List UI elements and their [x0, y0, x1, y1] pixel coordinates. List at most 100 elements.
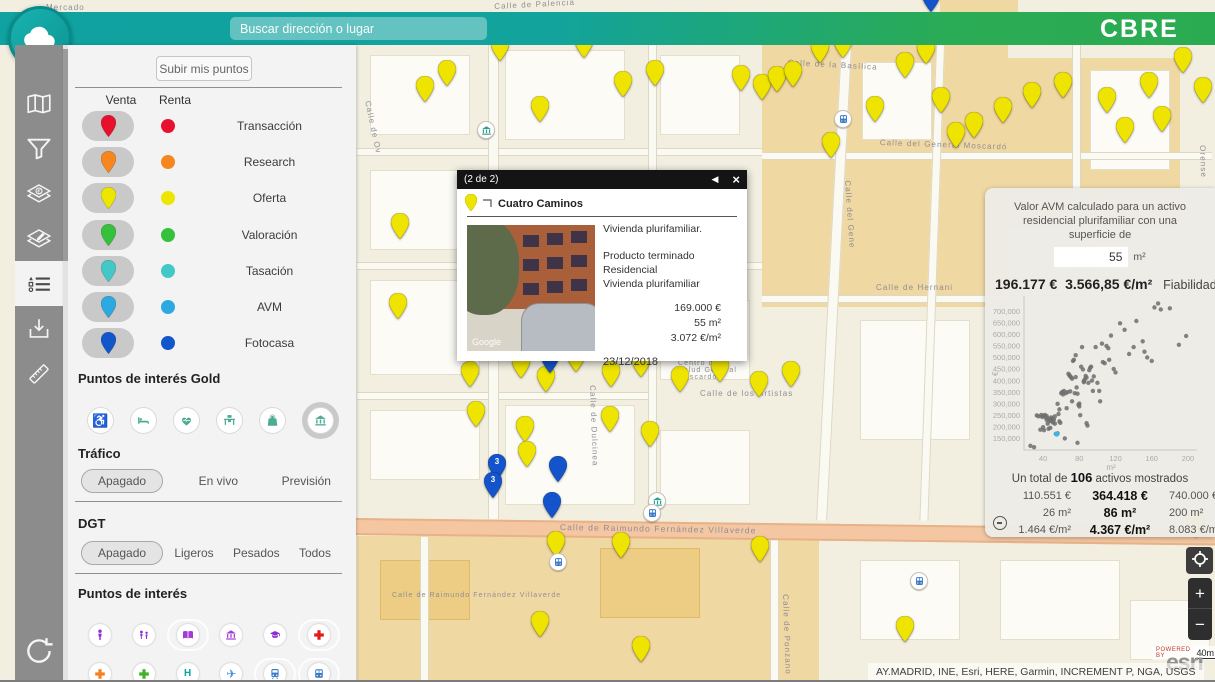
yellow-map-pin[interactable]: [932, 87, 950, 113]
map-bank-badge[interactable]: [477, 121, 495, 139]
map-train-badge[interactable]: [643, 504, 661, 522]
yellow-map-pin[interactable]: [866, 96, 884, 122]
map-train-badge[interactable]: [834, 110, 852, 128]
yellow-map-pin[interactable]: [646, 60, 664, 86]
yellow-map-pin[interactable]: [822, 132, 840, 158]
blue-map-pin[interactable]: 3: [484, 472, 502, 498]
yellow-map-pin[interactable]: [531, 96, 549, 122]
yellow-map-pin[interactable]: [896, 616, 914, 642]
renta-toggle[interactable]: [161, 336, 175, 350]
locate-button[interactable]: [1186, 547, 1213, 574]
sidebar-item-basemap[interactable]: [15, 81, 63, 126]
avm-collapse-button[interactable]: [993, 516, 1007, 530]
yellow-map-pin[interactable]: [784, 61, 802, 87]
yellow-map-pin[interactable]: [531, 611, 549, 637]
education-icon[interactable]: [264, 624, 286, 646]
blue-map-pin[interactable]: [549, 456, 567, 482]
trafico-option-1[interactable]: En vivo: [191, 470, 246, 492]
popup-close-icon[interactable]: ×: [732, 173, 740, 186]
sidebar-item-legend[interactable]: [15, 261, 63, 306]
upload-points-button[interactable]: Subir mis puntos: [156, 56, 252, 81]
yellow-map-pin[interactable]: [947, 122, 965, 148]
yellow-map-pin[interactable]: [438, 60, 456, 86]
yellow-map-pin[interactable]: [391, 213, 409, 239]
playground-icon[interactable]: [133, 624, 155, 646]
blue-map-pin[interactable]: [922, 0, 940, 12]
trafico-option-2[interactable]: Previsión: [274, 470, 339, 492]
yellow-map-pin[interactable]: [416, 76, 434, 102]
sidebar-item-download[interactable]: [15, 306, 63, 351]
avm-value-sqm: 3.566,85 €/m²: [1065, 276, 1152, 292]
map-train-badge[interactable]: [549, 553, 567, 571]
renta-toggle[interactable]: [161, 300, 175, 314]
dgt-option-1[interactable]: Ligeros: [166, 542, 221, 564]
yellow-map-pin[interactable]: [632, 636, 650, 662]
zoom-in-button[interactable]: +: [1188, 578, 1212, 609]
yellow-map-pin[interactable]: [516, 416, 534, 442]
property-photo[interactable]: Google: [467, 225, 595, 351]
venta-toggle[interactable]: [82, 183, 134, 213]
sidebar-item-drawing-layers[interactable]: [15, 216, 63, 261]
pedestrian-icon[interactable]: [89, 624, 111, 646]
shopping-bag-icon[interactable]: [259, 407, 286, 434]
trafico-option-0[interactable]: Apagado: [81, 469, 163, 493]
yellow-map-pin[interactable]: [518, 441, 536, 467]
surface-input[interactable]: [1054, 247, 1128, 267]
yellow-map-pin[interactable]: [751, 536, 769, 562]
venta-toggle[interactable]: [82, 328, 134, 358]
venta-toggle[interactable]: [82, 147, 134, 177]
dgt-option-3[interactable]: Todos: [291, 542, 339, 564]
svg-text:80: 80: [1075, 454, 1083, 463]
yellow-map-pin[interactable]: [614, 71, 632, 97]
yellow-map-pin[interactable]: [994, 97, 1012, 123]
yellow-map-pin[interactable]: [1098, 87, 1116, 113]
emergency-icon[interactable]: [308, 624, 330, 646]
venta-toggle[interactable]: [82, 256, 134, 286]
venta-toggle[interactable]: [82, 220, 134, 250]
sidebar-item-measure[interactable]: [15, 351, 63, 396]
renta-toggle[interactable]: [161, 228, 175, 242]
museum-icon[interactable]: [220, 624, 242, 646]
yellow-map-pin[interactable]: [750, 371, 768, 397]
library-icon[interactable]: [177, 624, 199, 646]
dgt-option-0[interactable]: Apagado: [81, 541, 163, 565]
yellow-map-pin[interactable]: [612, 532, 630, 558]
yellow-map-pin[interactable]: [641, 421, 659, 447]
yellow-map-pin[interactable]: [467, 401, 485, 427]
renta-toggle[interactable]: [161, 155, 175, 169]
yellow-map-pin[interactable]: [461, 361, 479, 387]
yellow-map-pin[interactable]: [1153, 106, 1171, 132]
venta-toggle[interactable]: [82, 111, 134, 141]
renta-toggle[interactable]: [161, 264, 175, 278]
wheelchair-icon[interactable]: ♿: [87, 407, 114, 434]
yellow-map-pin[interactable]: [732, 65, 750, 91]
venta-toggle[interactable]: [82, 292, 134, 322]
yellow-map-pin[interactable]: [1140, 72, 1158, 98]
yellow-map-pin[interactable]: [965, 112, 983, 138]
yellow-map-pin[interactable]: [1194, 77, 1212, 103]
blue-map-pin[interactable]: [543, 492, 561, 518]
yellow-map-pin[interactable]: [1054, 72, 1072, 98]
yellow-map-pin[interactable]: [1174, 47, 1192, 73]
sidebar-item-price-layers[interactable]: €: [15, 171, 63, 216]
yellow-map-pin[interactable]: [389, 293, 407, 319]
yellow-map-pin[interactable]: [671, 366, 689, 392]
yellow-map-pin[interactable]: [601, 406, 619, 432]
yellow-map-pin[interactable]: [1116, 117, 1134, 143]
sidebar-item-filters[interactable]: [15, 126, 63, 171]
popup-prev-button[interactable]: ◀: [711, 174, 718, 185]
map-train-badge[interactable]: [910, 572, 928, 590]
office-desk-icon[interactable]: [216, 407, 243, 434]
zoom-out-button[interactable]: −: [1188, 609, 1212, 640]
search-input[interactable]: [230, 17, 487, 40]
dgt-option-2[interactable]: Pesados: [225, 542, 288, 564]
renta-toggle[interactable]: [161, 191, 175, 205]
hotel-bed-icon[interactable]: [130, 407, 157, 434]
health-heart-icon[interactable]: [173, 407, 200, 434]
renta-toggle[interactable]: [161, 119, 175, 133]
bank-icon[interactable]: [307, 407, 334, 434]
yellow-map-pin[interactable]: [1023, 82, 1041, 108]
yellow-map-pin[interactable]: [782, 361, 800, 387]
refresh-button[interactable]: [15, 636, 63, 666]
yellow-map-pin[interactable]: [896, 52, 914, 78]
